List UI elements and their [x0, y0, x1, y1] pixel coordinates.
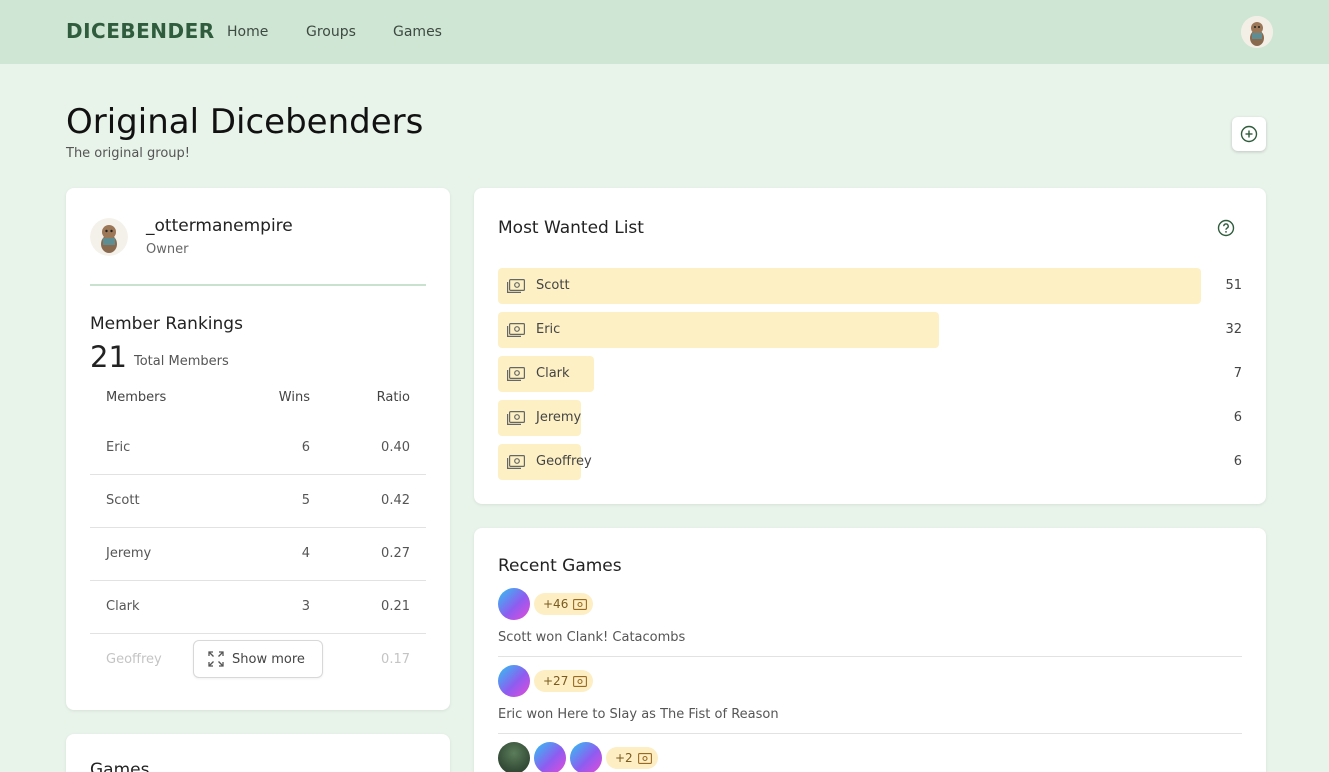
money-icon — [507, 455, 525, 469]
points-badge: +2 — [606, 747, 658, 769]
wanted-name: Clark — [536, 366, 570, 381]
member-wins: 4 — [301, 546, 310, 561]
column-header-members[interactable]: Members — [106, 390, 166, 405]
table-row[interactable]: Jeremy 4 0.27 — [90, 528, 426, 581]
recent-games-title: Recent Games — [498, 556, 622, 576]
table-row[interactable]: Clark 3 0.21 — [90, 581, 426, 634]
add-button[interactable] — [1232, 117, 1266, 151]
money-icon — [637, 752, 652, 764]
owner-name[interactable]: _ottermanempire — [146, 216, 293, 236]
money-icon — [573, 675, 588, 687]
points-value: +27 — [543, 674, 569, 688]
money-icon — [507, 411, 525, 425]
wanted-bar — [498, 312, 939, 348]
money-icon — [573, 598, 588, 610]
owner-role: Owner — [146, 242, 189, 257]
divider — [90, 284, 426, 286]
recent-game-item[interactable]: +2 — [498, 742, 1242, 772]
member-name: Jeremy — [106, 546, 152, 561]
plus-circle-icon — [1240, 125, 1258, 143]
wanted-row[interactable]: Jeremy 6 — [498, 400, 1242, 436]
page-subtitle: The original group! — [66, 146, 191, 161]
table-row[interactable]: Eric 6 0.40 — [90, 422, 426, 475]
wanted-value: 6 — [1233, 410, 1242, 425]
member-ratio: 0.42 — [381, 493, 410, 508]
player-avatar[interactable] — [498, 588, 530, 620]
members-card: _ottermanempire Owner Member Rankings 21… — [66, 188, 450, 710]
wanted-row[interactable]: Clark 7 — [498, 356, 1242, 392]
member-name: Scott — [106, 493, 140, 508]
logo[interactable]: DICEBENDER — [66, 19, 215, 43]
wanted-name: Scott — [536, 278, 570, 293]
navbar: DICEBENDER Home Groups Games — [0, 0, 1329, 64]
recent-game-item[interactable]: +27 Eric won Here to Slay as The Fist of… — [498, 665, 1242, 734]
player-avatar[interactable] — [498, 665, 530, 697]
member-ratio: 0.40 — [381, 440, 410, 455]
points-value: +2 — [615, 751, 633, 765]
most-wanted-title: Most Wanted List — [498, 218, 644, 238]
points-badge: +27 — [534, 670, 594, 692]
games-card: Games — [66, 734, 450, 772]
member-name: Geoffrey — [106, 652, 162, 667]
column-header-ratio[interactable]: Ratio — [366, 390, 410, 405]
games-title: Games — [90, 760, 150, 772]
recent-game-item[interactable]: +46 Scott won Clank! Catacombs — [498, 588, 1242, 657]
player-avatar[interactable] — [498, 742, 530, 772]
points-value: +46 — [543, 597, 569, 611]
member-wins: 3 — [301, 599, 310, 614]
recent-game-text: Scott won Clank! Catacombs — [498, 630, 686, 645]
most-wanted-card: Most Wanted List Scott 51 Eric 32 Clark 7 Jere… — [474, 188, 1266, 504]
wanted-value: 6 — [1233, 454, 1242, 469]
member-ratio: 0.17 — [381, 652, 410, 667]
wanted-value: 51 — [1225, 278, 1242, 293]
player-avatar[interactable] — [534, 742, 566, 772]
nav-groups-link[interactable]: Groups — [306, 24, 356, 40]
money-icon — [507, 367, 525, 381]
member-name: Eric — [106, 440, 131, 455]
wanted-row[interactable]: Eric 32 — [498, 312, 1242, 348]
player-avatar[interactable] — [570, 742, 602, 772]
money-icon — [507, 279, 525, 293]
member-ratio: 0.27 — [381, 546, 410, 561]
column-header-wins[interactable]: Wins — [276, 390, 310, 405]
member-count-label: Total Members — [134, 354, 229, 369]
wanted-name: Geoffrey — [536, 454, 592, 469]
owner-avatar[interactable] — [90, 218, 128, 256]
wanted-row[interactable]: Geoffrey 6 — [498, 444, 1242, 480]
show-more-label: Show more — [232, 651, 305, 667]
recent-game-text: Eric won Here to Slay as The Fist of Rea… — [498, 707, 779, 722]
wanted-name: Eric — [536, 322, 561, 337]
page-title: Original Dicebenders — [66, 102, 424, 142]
wanted-row[interactable]: Scott 51 — [498, 268, 1242, 304]
wanted-value: 7 — [1233, 366, 1242, 381]
points-badge: +46 — [534, 593, 594, 615]
show-more-button[interactable]: Show more — [193, 640, 323, 678]
table-row[interactable]: Scott 5 0.42 — [90, 475, 426, 528]
recent-games-card: Recent Games +46 Scott won Clank! Cataco… — [474, 528, 1266, 772]
help-icon[interactable] — [1217, 219, 1235, 237]
member-wins: 5 — [301, 493, 310, 508]
member-ratio: 0.21 — [381, 599, 410, 614]
wanted-bar — [498, 268, 1201, 304]
money-icon — [507, 323, 525, 337]
member-wins: 6 — [301, 440, 310, 455]
nav-games-link[interactable]: Games — [393, 24, 442, 40]
rankings-title: Member Rankings — [90, 314, 243, 334]
nav-home-link[interactable]: Home — [227, 24, 268, 40]
expand-icon — [208, 651, 224, 667]
member-name: Clark — [106, 599, 140, 614]
user-avatar[interactable] — [1241, 16, 1273, 48]
wanted-value: 32 — [1225, 322, 1242, 337]
member-count: 21 — [90, 340, 127, 374]
wanted-name: Jeremy — [536, 410, 582, 425]
